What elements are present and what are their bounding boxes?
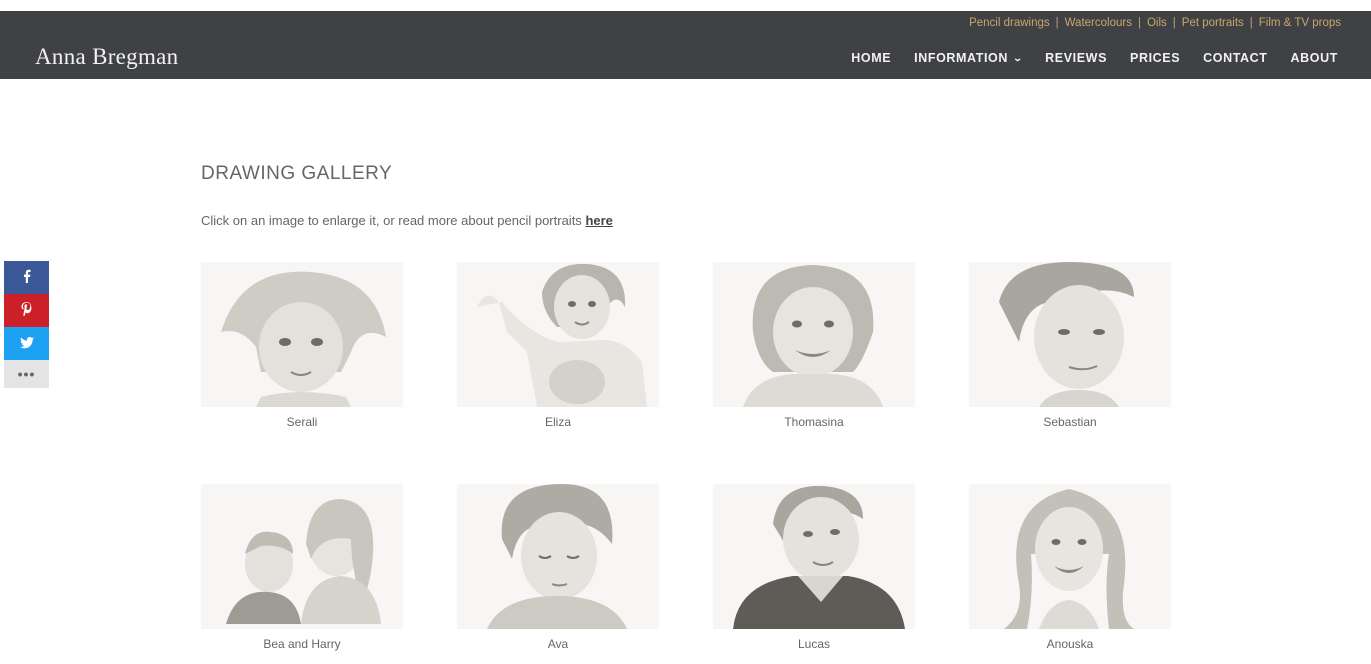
facebook-share-button[interactable] xyxy=(4,261,49,294)
more-share-button[interactable]: ••• xyxy=(4,360,49,388)
gallery-item[interactable]: Serali xyxy=(201,262,403,429)
portrait-caption: Sebastian xyxy=(1043,415,1097,429)
pencil-portraits-link[interactable]: here xyxy=(585,213,612,228)
nav-about[interactable]: ABOUT xyxy=(1291,51,1338,65)
pinterest-icon xyxy=(21,302,32,319)
pinterest-share-button[interactable] xyxy=(4,294,49,327)
portrait-thumbnail[interactable] xyxy=(457,262,659,407)
portrait-caption: Eliza xyxy=(544,415,571,429)
secondary-nav-pet-portraits[interactable]: Pet portraits xyxy=(1182,17,1244,29)
social-share-bar: ••• xyxy=(4,261,49,388)
gallery-item[interactable]: Lucas xyxy=(713,484,915,651)
site-header: Anna Bregman Pencil drawings | Watercolour… xyxy=(0,11,1371,79)
portrait-thumbnail[interactable] xyxy=(713,262,915,407)
gallery-item[interactable]: Eliza xyxy=(457,262,659,429)
top-strip xyxy=(0,0,1371,11)
nav-home[interactable]: HOME xyxy=(851,51,891,65)
portrait-thumbnail[interactable] xyxy=(201,484,403,629)
twitter-share-button[interactable] xyxy=(4,327,49,360)
main-nav: HOME INFORMATION ⌄ REVIEWS PRICES CONTACT… xyxy=(828,51,1338,65)
nav-information[interactable]: INFORMATION ⌄ xyxy=(914,51,1024,65)
nav-prices[interactable]: PRICES xyxy=(1130,51,1180,65)
portrait-thumbnail[interactable] xyxy=(969,262,1171,407)
portrait-caption: Thomasina xyxy=(784,415,844,429)
portrait-caption: Lucas xyxy=(797,637,831,651)
gallery-item[interactable]: Anouska xyxy=(969,484,1171,651)
chevron-down-icon: ⌄ xyxy=(1012,52,1024,63)
secondary-nav-film-tv-props[interactable]: Film & TV props xyxy=(1259,17,1341,29)
more-icon: ••• xyxy=(17,366,36,382)
site-logo[interactable]: Anna Bregman xyxy=(35,44,178,70)
portrait-caption: Serali xyxy=(286,415,318,429)
gallery-item[interactable]: Sebastian xyxy=(969,262,1171,429)
secondary-nav-oils[interactable]: Oils xyxy=(1147,17,1167,29)
secondary-nav-pencil-drawings[interactable]: Pencil drawings xyxy=(969,17,1050,29)
gallery-item[interactable]: Bea and Harry xyxy=(201,484,403,651)
secondary-nav-watercolours[interactable]: Watercolours xyxy=(1065,17,1132,29)
facebook-icon xyxy=(23,269,31,286)
page-title: DRAWING GALLERY xyxy=(201,162,393,184)
secondary-nav: Pencil drawings | Watercolours | Oils | Pet po… xyxy=(969,17,1341,29)
gallery-item[interactable]: Ava xyxy=(457,484,659,651)
intro-text: Click on an image to enlarge it, or read… xyxy=(201,213,613,228)
portrait-thumbnail[interactable] xyxy=(201,262,403,407)
nav-reviews[interactable]: REVIEWS xyxy=(1045,51,1107,65)
portrait-caption: Ava xyxy=(547,637,569,651)
portrait-caption: Anouska xyxy=(1046,637,1094,651)
portrait-thumbnail[interactable] xyxy=(457,484,659,629)
gallery-item[interactable]: Thomasina xyxy=(713,262,915,429)
portrait-thumbnail[interactable] xyxy=(969,484,1171,629)
nav-contact[interactable]: CONTACT xyxy=(1203,51,1267,65)
portrait-caption: Bea and Harry xyxy=(263,637,341,651)
portrait-thumbnail[interactable] xyxy=(713,484,915,629)
twitter-icon xyxy=(19,336,34,352)
